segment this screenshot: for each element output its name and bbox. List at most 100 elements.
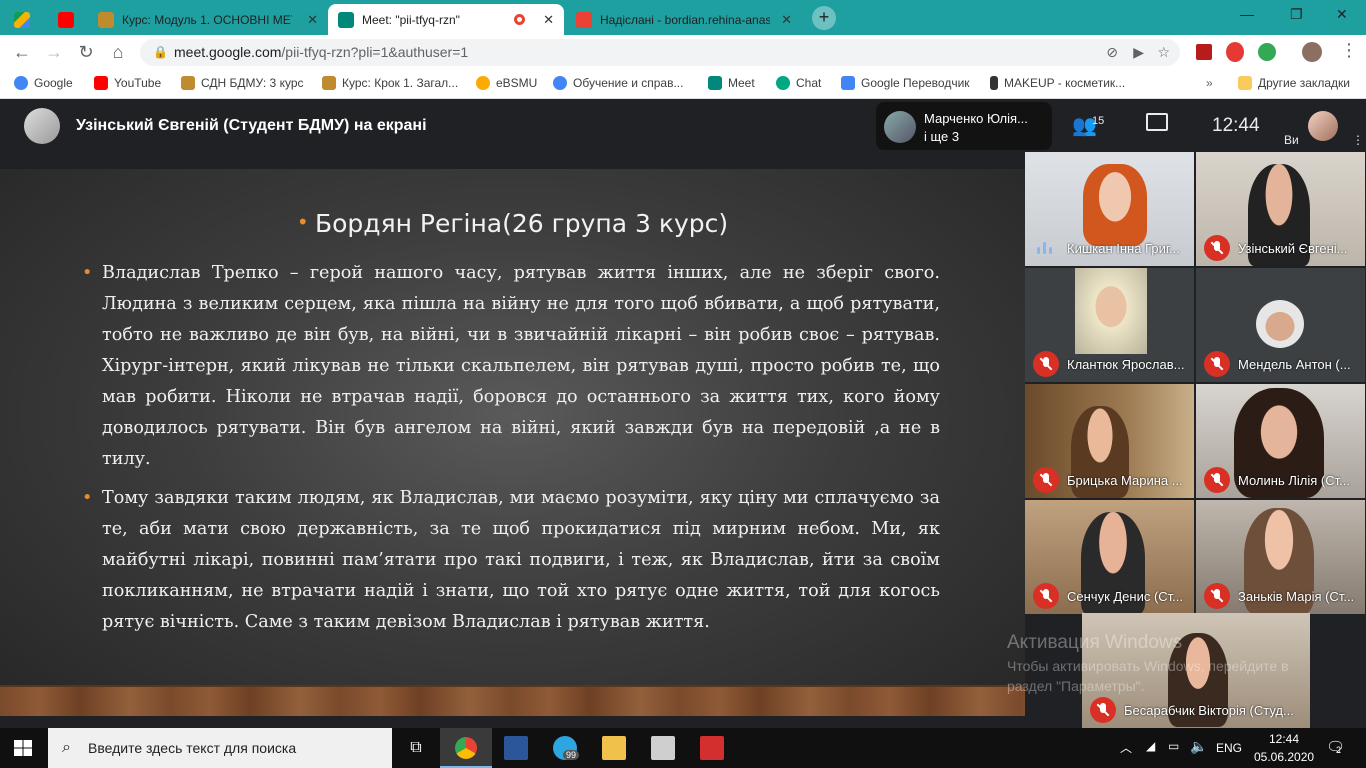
taskbar-chrome-active[interactable] [440, 728, 492, 768]
pinned-more: і ще 3 [924, 129, 960, 144]
participant-name: Клантюк Ярослав... [1067, 357, 1185, 372]
tab-label: Надіслані - bordian.rehina-anast [600, 12, 770, 27]
bookmark-youtube[interactable]: YouTube [94, 76, 161, 90]
url-path: /pii-tfyq-rzn?pli=1&authuser=1 [281, 44, 469, 60]
bookmark-star-icon[interactable]: ☆ [1157, 39, 1170, 66]
tab-meet[interactable]: Meet: "pii-tfyq-rzn" ✕ [328, 4, 564, 35]
camera-blocked-icon[interactable]: ⊘ [1106, 39, 1118, 66]
search-icon: ⌕ [62, 739, 71, 756]
file-explorer-icon[interactable] [602, 736, 626, 760]
avatar [884, 111, 916, 143]
search-placeholder: Введите здесь текст для поиска [88, 740, 297, 756]
participants-count: 15 [1092, 115, 1105, 127]
pinned-participants[interactable]: Марченко Юлія... і ще 3 [876, 102, 1052, 150]
extension-check-icon[interactable] [1258, 43, 1276, 61]
profile-avatar[interactable] [1302, 42, 1322, 62]
tab-google-drive[interactable] [4, 4, 44, 35]
bookmark-label: Обучение и справ... [573, 76, 684, 90]
taskbar-date[interactable]: 05.06.2020 [1254, 750, 1314, 764]
chat-icon[interactable] [1146, 113, 1168, 131]
bookmark-ebsmu[interactable]: eBSMU [476, 76, 537, 90]
taskbar-time[interactable]: 12:44 [1262, 732, 1306, 746]
youtube-icon [94, 76, 108, 90]
notifications-count: 2 [1336, 745, 1342, 755]
moodle-icon [98, 11, 114, 28]
bookmark-label: YouTube [114, 76, 162, 90]
tab-course-module[interactable]: Курс: Модуль 1. ОСНОВНІ МЕТО ✕ [88, 4, 328, 35]
youtube-icon [58, 11, 74, 28]
home-icon[interactable]: ⌂ [106, 41, 130, 63]
bookmarks-overflow-button[interactable]: » [1206, 76, 1213, 90]
task-view-icon[interactable]: ⧉ [404, 736, 428, 760]
tab-gmail[interactable]: Надіслані - bordian.rehina-anast ✕ [566, 4, 802, 35]
google-icon [14, 76, 28, 90]
bookmark-label: eBSMU [496, 76, 538, 90]
participant-name: Брицька Марина ... [1067, 473, 1183, 488]
battery-icon[interactable]: ▭ [1168, 739, 1179, 753]
language-indicator[interactable]: ENG [1216, 741, 1242, 755]
gmail-icon [576, 11, 592, 28]
volume-icon[interactable]: 🔈 [1190, 738, 1207, 755]
other-bookmarks[interactable]: Другие закладки [1238, 76, 1350, 90]
bookmark-sdn[interactable]: СДН БДМУ: 3 курс [181, 76, 304, 90]
acrobat-icon[interactable] [700, 736, 724, 760]
extension-pdf-icon[interactable] [1196, 44, 1212, 60]
close-icon[interactable]: ✕ [307, 12, 318, 28]
tray-chevron-icon[interactable]: ︿ [1120, 739, 1132, 756]
participant-tile[interactable]: Узінський Євгені... [1196, 152, 1365, 266]
back-arrow-icon[interactable]: ← [10, 41, 34, 63]
bookmark-google[interactable]: Google [14, 76, 73, 90]
address-bar[interactable]: 🔒 meet.google.com/pii-tfyq-rzn?pli=1&aut… [140, 39, 1180, 66]
more-options-icon[interactable]: ⋮ [1352, 133, 1364, 147]
bookmark-help[interactable]: Обучение и справ... [553, 76, 683, 90]
word-icon[interactable] [504, 736, 528, 760]
bookmark-translate[interactable]: Google Переводчик [841, 76, 970, 90]
tab-youtube[interactable] [48, 4, 88, 35]
taskbar-search-input[interactable]: ⌕ Введите здесь текст для поиска [48, 728, 392, 768]
ebsmu-icon [476, 76, 490, 90]
participant-video [1083, 164, 1147, 246]
browser-tab-strip: Курс: Модуль 1. ОСНОВНІ МЕТО ✕ Meet: "pi… [0, 0, 1366, 35]
presenter-title: Узінський Євгеній (Студент БДМУ) на екра… [76, 117, 427, 134]
participant-tile[interactable]: Молинь Лілія (Ст... [1196, 384, 1365, 498]
forward-arrow-icon[interactable]: → [42, 41, 66, 63]
restore-button[interactable]: ❐ [1290, 6, 1303, 23]
translate-icon [841, 76, 855, 90]
participant-tile[interactable]: Заньків Марія (Ст... [1196, 500, 1365, 614]
close-window-button[interactable]: ✕ [1336, 6, 1348, 23]
bookmark-krok[interactable]: Курс: Крок 1. Загал... [322, 76, 458, 90]
extension-adblock-icon[interactable] [1226, 42, 1244, 62]
camera-icon[interactable]: ▶ [1133, 39, 1144, 66]
network-icon[interactable]: ◢ [1146, 739, 1155, 753]
windows-start-icon[interactable] [14, 740, 32, 756]
bullet-dot: • [296, 210, 315, 234]
mic-off-icon [1204, 467, 1230, 493]
url-host: meet.google.com [174, 44, 282, 60]
self-avatar[interactable] [1308, 111, 1338, 141]
close-icon[interactable]: ✕ [543, 12, 554, 28]
bookmark-makeup[interactable]: MAKEUP - косметик... [990, 76, 1125, 90]
menu-icon[interactable]: ⋮ [1340, 40, 1358, 61]
meet-header: Узінський Євгеній (Студент БДМУ) на екра… [0, 99, 1366, 152]
bookmark-meet[interactable]: Meet [708, 76, 755, 90]
google-drive-icon [14, 11, 30, 28]
participant-tile[interactable]: Брицька Марина ... [1025, 384, 1194, 498]
self-label: Ви [1284, 133, 1299, 147]
windows-activation-watermark: Активация Windows Чтобы активировать Win… [1007, 632, 1317, 696]
participant-tile[interactable]: Клантюк Ярослав... [1025, 268, 1194, 382]
new-tab-button[interactable]: + [812, 6, 836, 30]
reload-icon[interactable]: ↻ [74, 41, 98, 63]
bookmark-label: СДН БДМУ: 3 курс [201, 76, 304, 90]
minimize-button[interactable]: — [1240, 6, 1254, 22]
bookmark-chat[interactable]: Chat [776, 76, 821, 90]
slide-bullet: • Владислав Трепко – герой нашого часу, … [82, 258, 940, 475]
close-icon[interactable]: ✕ [781, 12, 792, 28]
slide-title-text: Бордян Регіна(26 група 3 курс) [314, 209, 729, 238]
participant-tile[interactable]: Сенчук Денис (Ст... [1025, 500, 1194, 614]
participant-tile[interactable]: Мендель Антон (... [1196, 268, 1365, 382]
participant-name: Молинь Лілія (Ст... [1238, 473, 1350, 488]
calculator-icon[interactable] [651, 736, 675, 760]
chat-icon [776, 76, 790, 90]
bookmark-label: Курс: Крок 1. Загал... [342, 76, 459, 90]
participant-tile[interactable]: Кишкан Інна Григ... [1025, 152, 1194, 266]
